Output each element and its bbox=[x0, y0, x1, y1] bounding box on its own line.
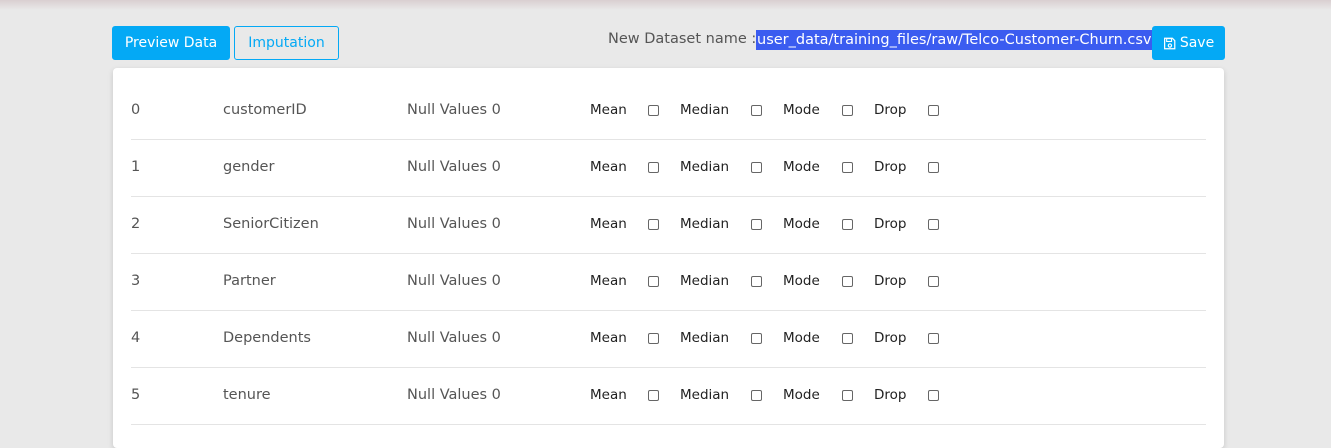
mean-checkbox[interactable] bbox=[648, 390, 659, 401]
save-button[interactable]: Save bbox=[1152, 26, 1225, 60]
median-option-label: Median bbox=[680, 216, 730, 232]
preview-data-button[interactable]: Preview Data bbox=[112, 26, 230, 60]
imputation-button[interactable]: Imputation bbox=[234, 26, 339, 60]
table-row: 1 gender Null Values 0 Mean Median Mode Drop bbox=[131, 139, 1206, 197]
median-checkbox[interactable] bbox=[751, 219, 762, 230]
null-values-count: Null Values 0 bbox=[407, 330, 501, 346]
column-name: customerID bbox=[223, 102, 307, 118]
median-option-label: Median bbox=[680, 330, 730, 346]
drop-option-label: Drop bbox=[874, 387, 907, 403]
mode-option-label: Mode bbox=[783, 102, 820, 118]
mean-checkbox[interactable] bbox=[648, 105, 659, 116]
drop-option-label: Drop bbox=[874, 102, 907, 118]
preview-data-label: Preview Data bbox=[124, 35, 218, 51]
drop-option-label: Drop bbox=[874, 273, 907, 289]
mode-checkbox[interactable] bbox=[842, 390, 853, 401]
median-option-label: Median bbox=[680, 159, 730, 175]
mode-checkbox[interactable] bbox=[842, 276, 853, 287]
dataset-name-label: New Dataset name : bbox=[608, 31, 757, 47]
dataset-name-field[interactable]: user_data/training_files/raw/Telco-Custo… bbox=[756, 30, 1153, 50]
column-index: 4 bbox=[131, 330, 141, 346]
top-shadow bbox=[0, 0, 1331, 10]
column-index: 0 bbox=[131, 102, 141, 118]
drop-option-label: Drop bbox=[874, 159, 907, 175]
column-name: gender bbox=[223, 159, 275, 175]
column-name: Dependents bbox=[223, 330, 311, 346]
column-index: 3 bbox=[131, 273, 141, 289]
median-checkbox[interactable] bbox=[751, 276, 762, 287]
imputation-label: Imputation bbox=[248, 35, 325, 51]
drop-checkbox[interactable] bbox=[928, 333, 939, 344]
drop-option-label: Drop bbox=[874, 216, 907, 232]
drop-checkbox[interactable] bbox=[928, 219, 939, 230]
mode-option-label: Mode bbox=[783, 273, 820, 289]
floppy-disk-icon bbox=[1163, 37, 1176, 49]
mode-checkbox[interactable] bbox=[842, 105, 853, 116]
median-checkbox[interactable] bbox=[751, 333, 762, 344]
mean-option-label: Mean bbox=[590, 387, 627, 403]
mode-checkbox[interactable] bbox=[842, 333, 853, 344]
median-option-label: Median bbox=[680, 102, 730, 118]
table-row: 4 Dependents Null Values 0 Mean Median Mode Dr… bbox=[131, 310, 1206, 368]
drop-checkbox[interactable] bbox=[928, 162, 939, 173]
mean-option-label: Mean bbox=[590, 273, 627, 289]
mode-option-label: Mode bbox=[783, 330, 820, 346]
table-row: 0 customerID Null Values 0 Mean Median Mode Dr… bbox=[131, 82, 1206, 140]
null-values-count: Null Values 0 bbox=[407, 273, 501, 289]
null-values-count: Null Values 0 bbox=[407, 102, 501, 118]
column-index: 5 bbox=[131, 387, 141, 403]
mode-checkbox[interactable] bbox=[842, 219, 853, 230]
null-values-count: Null Values 0 bbox=[407, 387, 501, 403]
mean-option-label: Mean bbox=[590, 330, 627, 346]
drop-option-label: Drop bbox=[874, 330, 907, 346]
column-index: 1 bbox=[131, 159, 141, 175]
median-option-label: Median bbox=[680, 387, 730, 403]
mean-checkbox[interactable] bbox=[648, 333, 659, 344]
mode-option-label: Mode bbox=[783, 387, 820, 403]
median-checkbox[interactable] bbox=[751, 390, 762, 401]
column-name: SeniorCitizen bbox=[223, 216, 319, 232]
mode-option-label: Mode bbox=[783, 216, 820, 232]
null-values-count: Null Values 0 bbox=[407, 159, 501, 175]
median-option-label: Median bbox=[680, 273, 730, 289]
median-checkbox[interactable] bbox=[751, 105, 762, 116]
mean-option-label: Mean bbox=[590, 102, 627, 118]
median-checkbox[interactable] bbox=[751, 162, 762, 173]
column-index: 2 bbox=[131, 216, 141, 232]
column-name: Partner bbox=[223, 273, 276, 289]
drop-checkbox[interactable] bbox=[928, 105, 939, 116]
mode-checkbox[interactable] bbox=[842, 162, 853, 173]
table-row: 3 Partner Null Values 0 Mean Median Mode Drop bbox=[131, 253, 1206, 311]
null-values-count: Null Values 0 bbox=[407, 216, 501, 232]
mode-option-label: Mode bbox=[783, 159, 820, 175]
mean-option-label: Mean bbox=[590, 216, 627, 232]
mean-option-label: Mean bbox=[590, 159, 627, 175]
imputation-card: 0 customerID Null Values 0 Mean Median Mode Dr… bbox=[113, 68, 1224, 448]
column-name: tenure bbox=[223, 387, 271, 403]
save-label: Save bbox=[1179, 35, 1215, 51]
mean-checkbox[interactable] bbox=[648, 219, 659, 230]
table-row: 2 SeniorCitizen Null Values 0 Mean Median Mod… bbox=[131, 196, 1206, 254]
table-row: 5 tenure Null Values 0 Mean Median Mode Drop bbox=[131, 367, 1206, 425]
mean-checkbox[interactable] bbox=[648, 276, 659, 287]
mean-checkbox[interactable] bbox=[648, 162, 659, 173]
drop-checkbox[interactable] bbox=[928, 390, 939, 401]
drop-checkbox[interactable] bbox=[928, 276, 939, 287]
